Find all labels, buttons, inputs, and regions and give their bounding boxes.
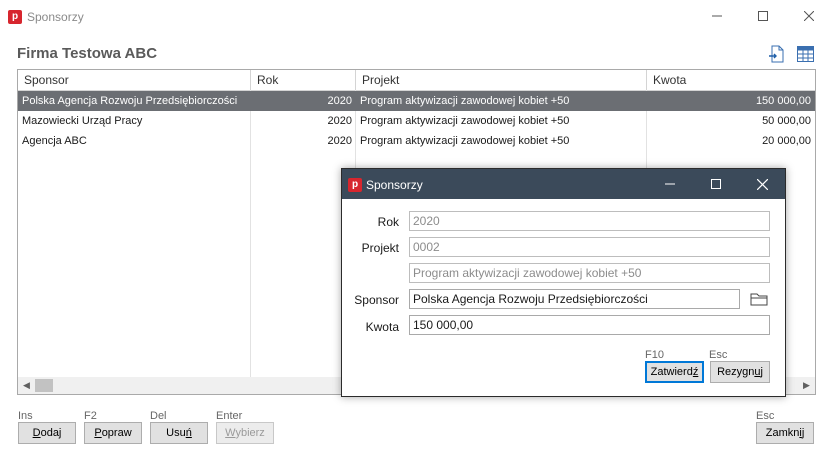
add-button[interactable]: Dodaj bbox=[18, 422, 76, 444]
minimize-button[interactable] bbox=[694, 0, 740, 32]
column-header-rok[interactable]: Rok bbox=[251, 70, 356, 90]
label-sponsor: Sponsor bbox=[354, 293, 399, 307]
cell-projekt: Program aktywizacji zawodowej kobiet +50 bbox=[360, 95, 570, 107]
shortcut-hint-confirm: F10 bbox=[645, 349, 664, 361]
delete-button-mnemonic: ń bbox=[185, 427, 192, 439]
sponsor-field[interactable]: Polska Agencja Rozwoju Przedsiębiorczośc… bbox=[409, 289, 740, 309]
select-button-mnemonic: W bbox=[225, 427, 236, 439]
dialog-title: Sponsorzy bbox=[366, 178, 423, 192]
page-title: Firma Testowa ABC bbox=[17, 45, 158, 62]
cancel-button-label-end: j bbox=[760, 366, 763, 378]
shortcut-hint-edit: F2 bbox=[84, 410, 97, 422]
confirm-button-mnemonic: ź bbox=[692, 366, 699, 378]
column-header-projekt[interactable]: Projekt bbox=[356, 70, 647, 90]
table-view-button[interactable] bbox=[795, 44, 815, 64]
cell-rok: 2020 bbox=[327, 95, 352, 107]
main-window: p Sponsorzy Firma Testowa ABC Sponsor Ro… bbox=[0, 0, 832, 460]
cell-rok: 2020 bbox=[327, 115, 352, 127]
column-header-sponsor[interactable]: Sponsor bbox=[18, 70, 251, 90]
close-button-label-end: j bbox=[801, 427, 805, 439]
maximize-icon bbox=[758, 11, 768, 21]
cell-sponsor: Polska Agencja Rozwoju Przedsiębiorczośc… bbox=[22, 95, 238, 107]
app-logo-icon: p bbox=[348, 178, 362, 192]
shortcut-hint-add: Ins bbox=[18, 410, 33, 422]
cell-projekt: Program aktywizacji zawodowej kobiet +50 bbox=[360, 135, 570, 147]
scroll-left-icon[interactable]: ◀ bbox=[18, 377, 35, 394]
table-row[interactable]: Agencja ABC 2020 Program aktywizacji zaw… bbox=[18, 131, 815, 151]
confirm-button[interactable]: Zatwierdź bbox=[645, 361, 704, 383]
scroll-right-icon[interactable]: ▶ bbox=[798, 377, 815, 394]
scrollbar-thumb[interactable] bbox=[35, 379, 53, 392]
projekt-name-field: Program aktywizacji zawodowej kobiet +50 bbox=[409, 263, 770, 283]
add-button-label: odaj bbox=[40, 427, 62, 439]
folder-icon[interactable] bbox=[750, 291, 768, 307]
app-logo-icon: p bbox=[8, 10, 22, 24]
window-title: Sponsorzy bbox=[27, 10, 84, 24]
column-header-kwota[interactable]: Kwota bbox=[647, 70, 815, 90]
edit-button-label: opraw bbox=[101, 427, 132, 439]
close-window-button[interactable] bbox=[786, 0, 832, 32]
dialog-minimize-button[interactable] bbox=[647, 169, 693, 199]
minimize-icon bbox=[712, 15, 722, 17]
label-kwota: Kwota bbox=[365, 320, 399, 334]
shortcut-hint-cancel: Esc bbox=[709, 349, 728, 361]
edit-button-mnemonic: P bbox=[94, 427, 102, 439]
add-button-mnemonic: D bbox=[32, 427, 41, 439]
maximize-button[interactable] bbox=[740, 0, 786, 32]
delete-button-label: Usu bbox=[166, 427, 186, 439]
close-icon bbox=[804, 11, 814, 21]
cancel-button-label: Rezygn bbox=[717, 366, 755, 378]
dialog-close-button[interactable] bbox=[739, 169, 785, 199]
delete-button[interactable]: Usuń bbox=[150, 422, 208, 444]
cancel-button[interactable]: Rezygnuj bbox=[710, 361, 770, 383]
close-icon bbox=[756, 178, 768, 190]
shortcut-hint-delete: Del bbox=[150, 410, 167, 422]
title-bar[interactable]: p Sponsorzy bbox=[0, 0, 832, 32]
select-button[interactable]: Wybierz bbox=[216, 422, 274, 444]
cell-rok: 2020 bbox=[327, 135, 352, 147]
dialog-maximize-button[interactable] bbox=[693, 169, 739, 199]
cell-sponsor: Mazowiecki Urząd Pracy bbox=[22, 115, 143, 127]
table-row[interactable]: Mazowiecki Urząd Pracy 2020 Program akty… bbox=[18, 111, 815, 131]
shortcut-hint-close: Esc bbox=[756, 410, 775, 422]
table-row[interactable]: Polska Agencja Rozwoju Przedsiębiorczośc… bbox=[18, 91, 815, 111]
label-projekt: Projekt bbox=[361, 241, 399, 255]
cell-sponsor: Agencja ABC bbox=[22, 135, 87, 147]
cell-kwota: 20 000,00 bbox=[762, 135, 811, 147]
select-button-label: ybierz bbox=[235, 427, 265, 439]
dialog-title-bar[interactable]: p Sponsorzy bbox=[342, 169, 785, 199]
export-document-icon bbox=[769, 45, 784, 63]
label-rok: Rok bbox=[377, 215, 399, 229]
rok-field[interactable]: 2020 bbox=[409, 211, 770, 231]
shortcut-hint-select: Enter bbox=[216, 410, 243, 422]
confirm-button-label: Zatwierd bbox=[650, 366, 693, 378]
kwota-field[interactable]: 150 000,00 bbox=[409, 315, 770, 335]
table-header: Sponsor Rok Projekt Kwota bbox=[18, 70, 815, 91]
close-button-label: Zamkn bbox=[765, 427, 800, 439]
minimize-icon bbox=[665, 183, 675, 185]
table-grid-icon bbox=[796, 46, 814, 62]
export-button[interactable] bbox=[766, 44, 786, 64]
projekt-code-field[interactable]: 0002 bbox=[409, 237, 770, 257]
maximize-icon bbox=[711, 179, 721, 189]
edit-button[interactable]: Popraw bbox=[84, 422, 142, 444]
cell-kwota: 150 000,00 bbox=[755, 95, 811, 107]
cell-kwota: 50 000,00 bbox=[762, 115, 811, 127]
close-button[interactable]: Zamknij bbox=[756, 422, 814, 444]
cell-projekt: Program aktywizacji zawodowej kobiet +50 bbox=[360, 115, 570, 127]
sponsor-dialog: p Sponsorzy Rok 2020 Projekt 0002 Progra… bbox=[341, 168, 786, 397]
